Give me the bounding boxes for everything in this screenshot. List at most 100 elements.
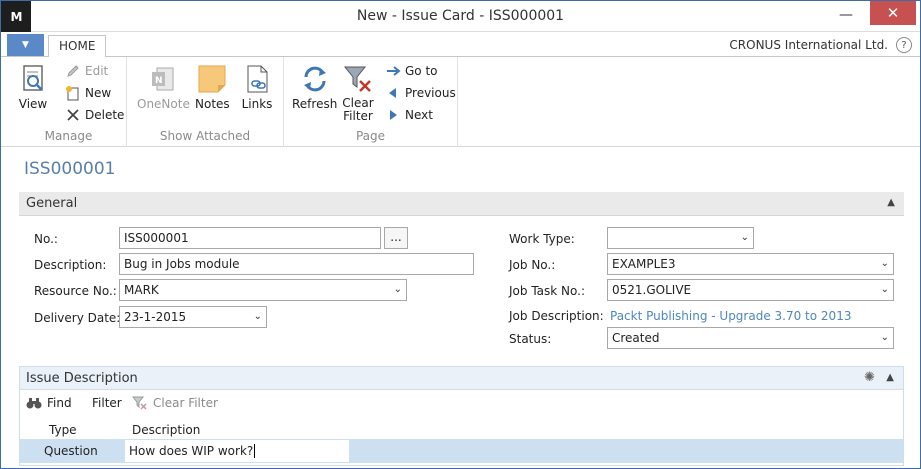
page-group-label: Page [355, 129, 386, 143]
delete-icon [67, 109, 79, 121]
company-name: CRONUS International Ltd. [729, 38, 888, 52]
clear-filter-part-label: Clear Filter [153, 396, 218, 410]
general-fasttab-title: General [26, 196, 78, 211]
table-row[interactable]: Question How does WIP work? [20, 439, 903, 463]
work-type-field[interactable]: ⌄ [607, 227, 754, 249]
view-button[interactable]: View [17, 63, 49, 111]
help-icon[interactable]: ? [896, 37, 912, 53]
notes-button[interactable]: Notes [195, 63, 230, 111]
show-attached-group-label: Show Attached [159, 129, 251, 143]
ribbon-tab-bar: ▼ HOME CRONUS International Ltd. ? [1, 32, 920, 58]
chevron-down-icon[interactable]: ⌄ [254, 310, 262, 324]
status-label: Status: [509, 332, 552, 346]
page-title: ISS000001 [24, 159, 116, 179]
chevron-down-icon[interactable]: ⌄ [741, 231, 749, 245]
row-description-cell[interactable]: How does WIP work? [125, 440, 349, 462]
pencil-icon [67, 65, 79, 77]
resource-no-field[interactable]: MARK ⌄ [119, 279, 407, 301]
resource-no-value: MARK [124, 283, 159, 297]
minimize-icon[interactable]: — [832, 3, 860, 27]
issue-card-window: M New - Issue Card - ISS000001 — ✕ ▼ HOM… [0, 0, 921, 469]
collapse-icon[interactable]: ▲ [887, 197, 895, 208]
row-type-cell[interactable]: Question [44, 444, 98, 458]
clear-filter-part-button[interactable]: Clear Filter [132, 396, 218, 410]
resource-no-label: Resource No.: [34, 284, 117, 298]
chevron-down-icon[interactable]: ⌄ [881, 331, 889, 345]
clear-filter-button[interactable]: Clear Filter [342, 63, 374, 123]
part-action-bar: Find Filter Clear Filter [20, 394, 903, 414]
delete-button[interactable]: Delete [65, 106, 124, 124]
close-icon[interactable]: ✕ [870, 1, 916, 25]
general-fasttab-header[interactable]: General ▲ [19, 192, 904, 216]
job-no-value: EXAMPLE3 [612, 257, 676, 271]
column-header-description[interactable]: Description [132, 423, 200, 437]
title-bar: M New - Issue Card - ISS000001 — ✕ [1, 1, 920, 32]
column-header-type[interactable]: Type [49, 423, 77, 437]
ribbon: View Edit New Delete Manage N OneNote No… [1, 57, 920, 147]
description-label: Description: [34, 258, 107, 272]
job-description-label: Job Description: [509, 309, 604, 323]
links-label: Links [241, 97, 273, 111]
job-no-field[interactable]: EXAMPLE3 ⌄ [607, 253, 894, 275]
go-to-label: Go to [405, 64, 438, 78]
chevron-down-icon[interactable]: ⌄ [881, 257, 889, 271]
edit-label: Edit [85, 64, 109, 78]
refresh-button[interactable]: Refresh [292, 63, 337, 111]
go-to-button[interactable]: Go to [385, 62, 438, 80]
new-button[interactable]: New [65, 84, 111, 102]
links-icon [247, 65, 268, 93]
filter-button[interactable]: Filter [92, 396, 122, 410]
work-type-label: Work Type: [509, 232, 575, 246]
delivery-date-label: Delivery Date: [34, 311, 121, 325]
no-assist-button[interactable]: ... [384, 227, 408, 249]
job-task-no-label: Job Task No.: [509, 284, 585, 298]
description-field[interactable]: Bug in Jobs module [119, 253, 474, 275]
view-icon [23, 65, 43, 91]
ribbon-group-show-attached: N OneNote Notes Links Show Attached [127, 57, 284, 147]
chevron-down-icon[interactable]: ⌄ [394, 283, 402, 297]
issue-description-header[interactable]: Issue Description ✺ ▲ [20, 367, 903, 390]
text-cursor [254, 444, 256, 458]
view-label: View [18, 97, 48, 111]
refresh-icon [303, 66, 326, 92]
edit-button[interactable]: Edit [65, 62, 108, 80]
description-value: Bug in Jobs module [124, 257, 240, 271]
new-label: New [85, 86, 112, 100]
filter-label: Filter [92, 396, 122, 410]
job-description-value: Packt Publishing - Upgrade 3.70 to 2013 [610, 309, 852, 323]
ribbon-group-page: Refresh Clear Filter Go to Previous Next… [284, 57, 458, 147]
application-menu-button[interactable]: ▼ [7, 34, 44, 56]
onenote-button[interactable]: N OneNote [137, 63, 190, 111]
next-button[interactable]: Next [385, 106, 433, 124]
job-no-label: Job No.: [509, 258, 556, 272]
clear-filter-label-2: Filter [343, 109, 373, 123]
onenote-icon: N [152, 67, 174, 91]
links-button[interactable]: Links [241, 63, 273, 111]
clear-filter-small-icon [132, 396, 147, 410]
previous-label: Previous [405, 86, 456, 100]
chevron-down-icon[interactable]: ⌄ [881, 283, 889, 297]
job-task-no-field[interactable]: 0521.GOLIVE ⌄ [607, 279, 894, 301]
status-field[interactable]: Created ⌄ [607, 327, 894, 349]
delivery-date-value: 23-1-2015 [124, 310, 187, 324]
collapse-icon[interactable]: ▲ [886, 372, 894, 383]
previous-button[interactable]: Previous [385, 84, 456, 102]
delivery-date-field[interactable]: 23-1-2015 ⌄ [119, 306, 267, 328]
refresh-label: Refresh [292, 97, 338, 111]
clear-filter-icon [343, 66, 371, 92]
gear-icon[interactable]: ✺ [864, 370, 875, 385]
no-field[interactable]: ISS000001 [119, 227, 381, 249]
delete-label: Delete [85, 108, 125, 122]
svg-text:N: N [155, 76, 163, 86]
tab-home[interactable]: HOME [48, 35, 107, 58]
new-document-icon [66, 86, 79, 101]
notes-label: Notes [195, 97, 230, 111]
no-label: No.: [34, 232, 58, 246]
find-button[interactable]: Find [26, 396, 72, 410]
previous-icon [389, 88, 396, 98]
issue-description-title: Issue Description [26, 371, 138, 386]
row-description-value: How does WIP work? [129, 444, 254, 458]
onenote-label: OneNote [137, 97, 190, 111]
notes-icon [198, 65, 226, 93]
no-value: ISS000001 [124, 231, 189, 245]
